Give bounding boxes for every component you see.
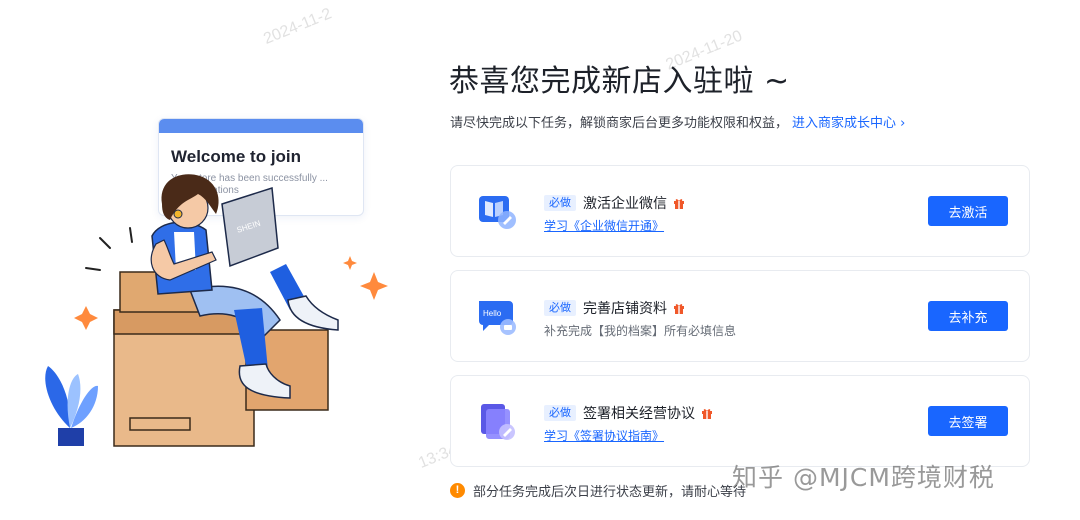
gift-icon (674, 199, 684, 209)
task-name: 激活企业微信 (583, 196, 667, 212)
gift-icon (674, 304, 684, 314)
notice-text: 部分任务完成后次日进行状态更新，请耐心等待 (473, 485, 747, 500)
task-guide-link[interactable]: 学习《企业微信开通》 (544, 217, 685, 234)
bubble-text: Hello (483, 309, 502, 318)
supplement-button[interactable]: 去补充 (928, 301, 1008, 331)
status-update-notice: ! 部分任务完成后次日进行状态更新，请耐心等待 (450, 481, 746, 500)
warning-icon: ! (450, 483, 465, 498)
task-name: 完善店铺资料 (583, 301, 667, 317)
task-card-complete-profile: Hello 必做 完善店铺资料 补充完成【我的档案】所有必填信息 去补充 (450, 270, 1030, 362)
page-subtitle: 请尽快完成以下任务，解锁商家后台更多功能权限和权益， 进入商家成长中心 › (450, 112, 905, 131)
document-sign-icon (481, 404, 515, 440)
welcome-illustration: Welcome to join Your store has been succ… (0, 0, 420, 520)
subtitle-text: 请尽快完成以下任务，解锁商家后台更多功能权限和权益， (450, 116, 789, 131)
page-title: 恭喜您完成新店入驻啦 ~ (449, 64, 790, 99)
required-badge: 必做 (544, 405, 576, 421)
task-guide-link[interactable]: 学习《签署协议指南》 (544, 427, 713, 444)
task-card-sign-agreement: 必做 签署相关经营协议 学习《签署协议指南》 去签署 (450, 375, 1030, 467)
book-icon (479, 196, 516, 229)
task-description: 补充完成【我的档案】所有必填信息 (544, 324, 737, 338)
sign-button[interactable]: 去签署 (928, 406, 1008, 436)
task-card-activate-wechat: 必做 激活企业微信 学习《企业微信开通》 去激活 (450, 165, 1030, 257)
task-name: 签署相关经营协议 (583, 406, 695, 422)
gift-icon (702, 409, 712, 419)
required-badge: 必做 (544, 300, 576, 316)
seated-person-illustration: SHEIN (45, 174, 388, 447)
chat-bubble-icon: Hello (479, 301, 516, 335)
growth-center-link[interactable]: 进入商家成长中心 › (792, 116, 905, 131)
required-badge: 必做 (544, 195, 576, 211)
activate-button[interactable]: 去激活 (928, 196, 1008, 226)
zhihu-watermark: 知乎 @MJCM跨境财税 (732, 463, 995, 492)
